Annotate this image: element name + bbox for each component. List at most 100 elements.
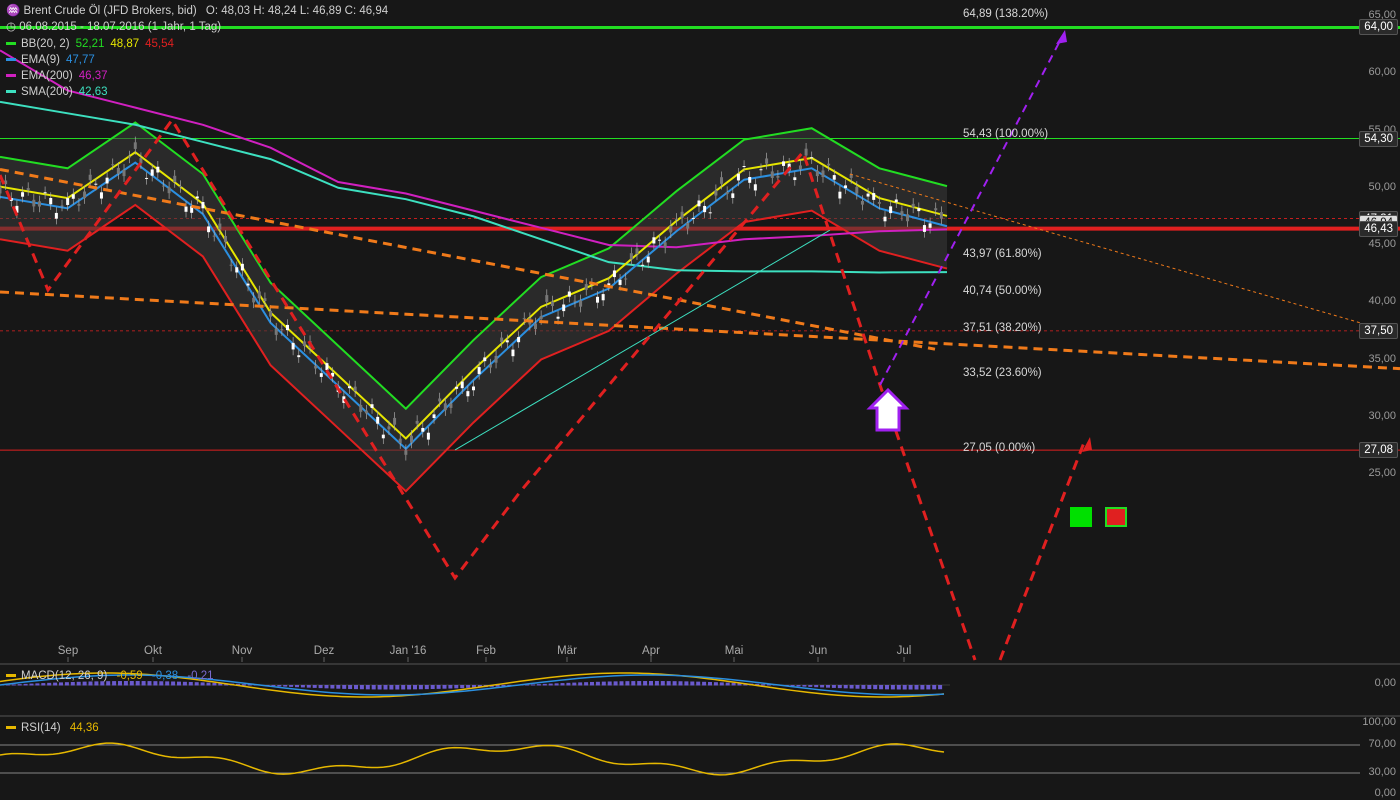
macd-histogram-bar xyxy=(696,681,701,686)
candle-body xyxy=(353,386,357,392)
legend-swatch xyxy=(6,90,16,94)
candle-body xyxy=(680,211,684,219)
candle-body xyxy=(731,193,735,198)
y-axis-label: 50,00 xyxy=(1368,180,1396,193)
candle-body xyxy=(472,386,475,391)
macd-histogram-bar xyxy=(572,682,577,686)
fib-level-label: 54,43 (100.00%) xyxy=(963,128,1049,141)
y-axis-label: 45,00 xyxy=(1368,238,1396,250)
candle-body xyxy=(404,450,408,455)
candle-body xyxy=(195,196,199,199)
macd-histogram-bar xyxy=(17,684,22,686)
candle-body xyxy=(178,186,182,188)
macd-histogram-bar xyxy=(566,682,571,686)
macd-histogram-bar xyxy=(578,682,583,686)
macd-histogram-bar xyxy=(637,681,642,686)
candle-body xyxy=(477,367,481,374)
candle-body xyxy=(111,164,115,166)
macd-histogram-bar xyxy=(466,685,471,688)
legend-label: BB(20, 2) xyxy=(21,38,70,50)
candle-body xyxy=(703,205,707,213)
legend-label: EMA(200) xyxy=(21,70,73,82)
candle-body xyxy=(438,398,442,402)
candle-body xyxy=(319,373,323,377)
candle-body xyxy=(235,267,239,273)
macd-histogram-bar xyxy=(619,681,624,686)
candle-body xyxy=(500,337,504,343)
price-tag: 64,00 xyxy=(1359,19,1398,36)
candle-body xyxy=(686,222,690,229)
candle-body xyxy=(770,171,774,178)
candle-body xyxy=(939,212,943,219)
month-label: Jul xyxy=(896,645,912,657)
candle-body xyxy=(827,163,831,166)
candle-body xyxy=(584,284,588,290)
candle-body xyxy=(145,177,149,179)
bollinger-band-fill xyxy=(0,122,947,492)
legend-row: BB(20, 2) 52,21 48,87 45,54 xyxy=(6,37,174,52)
candle-body xyxy=(534,323,538,330)
macd-histogram-bar xyxy=(454,685,459,689)
legend-row: EMA(9) 47,77 xyxy=(6,53,95,68)
candle-body xyxy=(314,365,318,369)
rsi-swatch xyxy=(6,726,16,730)
candle-body xyxy=(212,235,216,237)
rsi-value: 44,36 xyxy=(69,722,99,734)
candle-body xyxy=(381,434,385,439)
candle-body xyxy=(658,239,662,241)
rsi-axis-label: 0,00 xyxy=(1374,787,1396,799)
macd-histogram-bar xyxy=(725,682,730,686)
candle-body xyxy=(432,414,436,419)
candle-body xyxy=(804,148,808,156)
candle-body xyxy=(376,416,380,424)
macd-histogram-bar xyxy=(424,685,429,690)
month-label: Okt xyxy=(144,645,162,657)
rsi-legend: RSI(14) 44,36 xyxy=(6,721,99,736)
macd-histogram-bar xyxy=(11,684,16,686)
candle-body xyxy=(641,264,645,266)
ohlc-values: O: 48,03 H: 48,24 L: 46,89 C: 46,94 xyxy=(205,5,389,17)
macd-histogram-bar xyxy=(548,683,553,686)
candle-body xyxy=(466,391,470,397)
candle-body xyxy=(71,194,75,199)
candle-body xyxy=(128,156,132,158)
candle-body xyxy=(844,185,848,189)
macd-histogram-bar xyxy=(448,685,453,689)
macd-histogram-bar xyxy=(826,685,830,688)
month-label: Jan '16 xyxy=(389,645,427,657)
price-tag: 54,30 xyxy=(1359,130,1398,147)
candle-body xyxy=(579,300,583,307)
candle-body xyxy=(66,198,70,205)
candle-body xyxy=(443,403,447,411)
fib-level-label: 37,51 (38.20%) xyxy=(963,321,1042,334)
candle-body xyxy=(550,301,554,306)
candle-body xyxy=(269,310,273,317)
legend-swatch xyxy=(6,42,16,46)
candle-body xyxy=(297,355,301,358)
purple-arrowhead xyxy=(1056,30,1067,44)
candle-body xyxy=(596,296,600,303)
macd-histogram-bar xyxy=(330,685,335,689)
candle-body xyxy=(782,161,786,166)
macd-histogram-bar xyxy=(678,681,683,686)
candle-body xyxy=(635,248,639,255)
fib-level-label: 64,89 (138.20%) xyxy=(963,8,1049,21)
candle-body xyxy=(624,278,628,280)
candle-body xyxy=(201,202,205,209)
macd-histogram-bar xyxy=(896,685,901,690)
macd-histogram-bar xyxy=(890,685,895,690)
candle-body xyxy=(49,197,53,205)
candle-body xyxy=(793,177,797,181)
candle-body xyxy=(94,183,98,185)
macd-histogram-bar xyxy=(684,681,689,686)
candle-body xyxy=(505,340,509,343)
y-axis-label: 35,00 xyxy=(1368,352,1396,365)
candle-body xyxy=(252,297,256,303)
candle-body xyxy=(398,438,402,444)
macd-histogram-bar xyxy=(590,681,594,686)
candle-body xyxy=(736,173,740,181)
candle-body xyxy=(765,158,769,164)
macd-histogram-bar xyxy=(914,685,919,690)
candle-body xyxy=(556,316,560,319)
candle-body xyxy=(872,193,876,200)
